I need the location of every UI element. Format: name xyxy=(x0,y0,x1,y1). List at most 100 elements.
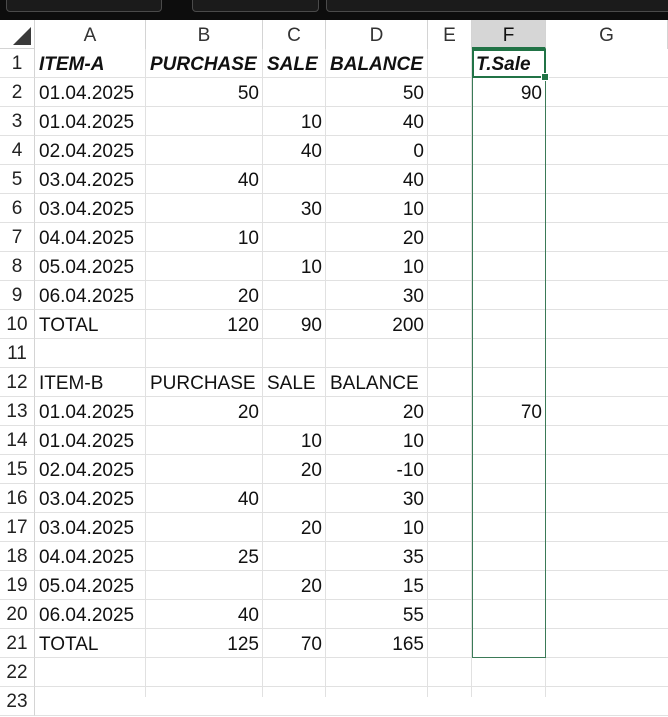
row-header-13[interactable]: 13 xyxy=(0,397,35,426)
cell-D14[interactable]: 10 xyxy=(326,426,428,455)
cell-D1[interactable]: BALANCE xyxy=(326,49,428,78)
row-header-21[interactable]: 21 xyxy=(0,629,35,658)
cell-A12[interactable]: ITEM-B xyxy=(35,368,146,397)
select-all-corner[interactable] xyxy=(0,20,35,49)
row-header-8[interactable]: 8 xyxy=(0,252,35,281)
cell-C3[interactable]: 10 xyxy=(263,107,326,136)
row-header-14[interactable]: 14 xyxy=(0,426,35,455)
cell-A2[interactable]: 01.04.2025 xyxy=(35,78,146,107)
cell-A18[interactable]: 04.04.2025 xyxy=(35,542,146,571)
row-header-15[interactable]: 15 xyxy=(0,455,35,484)
cell-A14[interactable]: 01.04.2025 xyxy=(35,426,146,455)
row-header-3[interactable]: 3 xyxy=(0,107,35,136)
cell-B5[interactable]: 40 xyxy=(146,165,263,194)
cell-C1[interactable]: SALE xyxy=(263,49,326,78)
cell-A16[interactable]: 03.04.2025 xyxy=(35,484,146,513)
cell-D22[interactable] xyxy=(326,658,428,687)
row-header-5[interactable]: 5 xyxy=(0,165,35,194)
cell-A3[interactable]: 01.04.2025 xyxy=(35,107,146,136)
row-header-11[interactable]: 11 xyxy=(0,339,35,368)
cell-B4[interactable] xyxy=(146,136,263,165)
fill-handle[interactable] xyxy=(541,73,549,81)
cell-C4[interactable]: 40 xyxy=(263,136,326,165)
row-header-20[interactable]: 20 xyxy=(0,600,35,629)
cell-D20[interactable]: 55 xyxy=(326,600,428,629)
cell-B17[interactable] xyxy=(146,513,263,542)
cell-C14[interactable]: 10 xyxy=(263,426,326,455)
cell-A15[interactable]: 02.04.2025 xyxy=(35,455,146,484)
cell-D17[interactable]: 10 xyxy=(326,513,428,542)
cell-A13[interactable]: 01.04.2025 xyxy=(35,397,146,426)
cell-A9[interactable]: 06.04.2025 xyxy=(35,281,146,310)
cell-A1[interactable]: ITEM-A xyxy=(35,49,146,78)
cell-D18[interactable]: 35 xyxy=(326,542,428,571)
cell-D3[interactable]: 40 xyxy=(326,107,428,136)
cell-C9[interactable] xyxy=(263,281,326,310)
cell-F23[interactable] xyxy=(472,687,546,716)
cell-B16[interactable]: 40 xyxy=(146,484,263,513)
row-header-9[interactable]: 9 xyxy=(0,281,35,310)
column-header-f[interactable]: F xyxy=(472,20,546,49)
cell-B22[interactable] xyxy=(146,658,263,687)
row-header-6[interactable]: 6 xyxy=(0,194,35,223)
cell-D16[interactable]: 30 xyxy=(326,484,428,513)
cell-D5[interactable]: 40 xyxy=(326,165,428,194)
row-header-4[interactable]: 4 xyxy=(0,136,35,165)
cell-A8[interactable]: 05.04.2025 xyxy=(35,252,146,281)
cell-C5[interactable] xyxy=(263,165,326,194)
cell-C11[interactable] xyxy=(263,339,326,368)
cell-D10[interactable]: 200 xyxy=(326,310,428,339)
column-header-e[interactable]: E xyxy=(428,20,472,49)
cell-A11[interactable] xyxy=(35,339,146,368)
cell-C6[interactable]: 30 xyxy=(263,194,326,223)
cell-C13[interactable] xyxy=(263,397,326,426)
cell-B19[interactable] xyxy=(146,571,263,600)
cell-B6[interactable] xyxy=(146,194,263,223)
cell-C23[interactable] xyxy=(263,687,326,716)
cell-C17[interactable]: 20 xyxy=(263,513,326,542)
row-header-16[interactable]: 16 xyxy=(0,484,35,513)
cell-A20[interactable]: 06.04.2025 xyxy=(35,600,146,629)
cell-C2[interactable] xyxy=(263,78,326,107)
cell-D4[interactable]: 0 xyxy=(326,136,428,165)
cell-D8[interactable]: 10 xyxy=(326,252,428,281)
column-header-c[interactable]: C xyxy=(263,20,326,49)
row-header-10[interactable]: 10 xyxy=(0,310,35,339)
cell-D7[interactable]: 20 xyxy=(326,223,428,252)
cell-A7[interactable]: 04.04.2025 xyxy=(35,223,146,252)
row-header-22[interactable]: 22 xyxy=(0,658,35,687)
cell-B12[interactable]: PURCHASE xyxy=(146,368,263,397)
cell-D12[interactable]: BALANCE xyxy=(326,368,428,397)
cell-B20[interactable]: 40 xyxy=(146,600,263,629)
cell-C12[interactable]: SALE xyxy=(263,368,326,397)
cell-A23[interactable] xyxy=(35,687,146,716)
cell-A17[interactable]: 03.04.2025 xyxy=(35,513,146,542)
cell-C22[interactable] xyxy=(263,658,326,687)
cell-B15[interactable] xyxy=(146,455,263,484)
row-header-2[interactable]: 2 xyxy=(0,78,35,107)
cell-B14[interactable] xyxy=(146,426,263,455)
cell-B8[interactable] xyxy=(146,252,263,281)
cell-D21[interactable]: 165 xyxy=(326,629,428,658)
cell-B21[interactable]: 125 xyxy=(146,629,263,658)
cell-A19[interactable]: 05.04.2025 xyxy=(35,571,146,600)
cell-C18[interactable] xyxy=(263,542,326,571)
row-header-18[interactable]: 18 xyxy=(0,542,35,571)
cell-F22[interactable] xyxy=(472,658,546,687)
cell-B23[interactable] xyxy=(146,687,263,716)
cell-B2[interactable]: 50 xyxy=(146,78,263,107)
row-header-23[interactable]: 23 xyxy=(0,687,35,716)
row-header-17[interactable]: 17 xyxy=(0,513,35,542)
cell-C7[interactable] xyxy=(263,223,326,252)
cell-D19[interactable]: 15 xyxy=(326,571,428,600)
cell-D15[interactable]: -10 xyxy=(326,455,428,484)
cell-A5[interactable]: 03.04.2025 xyxy=(35,165,146,194)
cell-C19[interactable]: 20 xyxy=(263,571,326,600)
column-header-d[interactable]: D xyxy=(326,20,428,49)
cell-B7[interactable]: 10 xyxy=(146,223,263,252)
formula-input[interactable] xyxy=(326,0,668,12)
cell-B11[interactable] xyxy=(146,339,263,368)
cell-C15[interactable]: 20 xyxy=(263,455,326,484)
cell-B3[interactable] xyxy=(146,107,263,136)
row-header-19[interactable]: 19 xyxy=(0,571,35,600)
